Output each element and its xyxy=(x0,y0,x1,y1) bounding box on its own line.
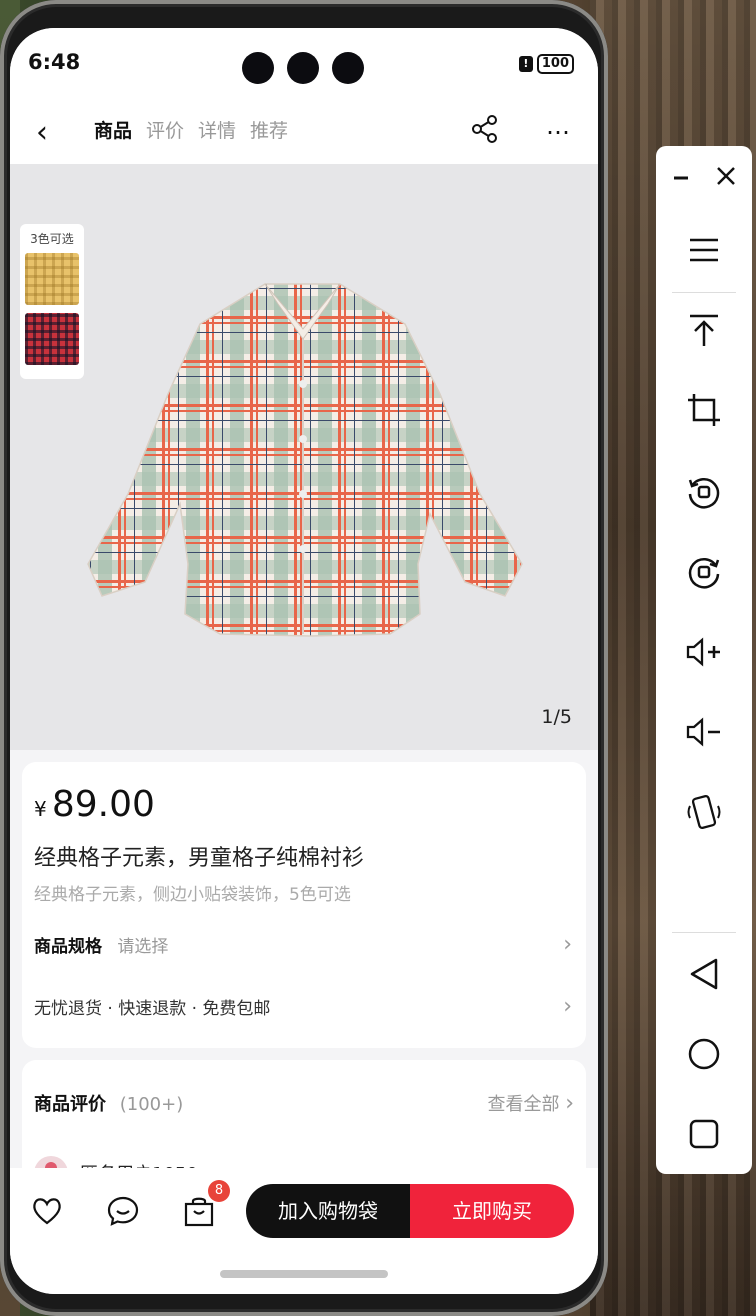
share-icon[interactable] xyxy=(470,114,500,144)
shake-icon[interactable] xyxy=(684,792,724,832)
upload-icon[interactable] xyxy=(684,310,724,350)
services-text: 无忧退货 · 快速退款 · 免费包邮 xyxy=(34,999,271,1019)
chevron-right-icon: › xyxy=(565,1091,574,1116)
product-title: 经典格子元素，男童格子纯棉衬衫 xyxy=(34,846,365,871)
battery-level: 100 xyxy=(536,54,574,74)
spec-value: 请选择 xyxy=(117,937,169,957)
tab-details[interactable]: 详情 xyxy=(198,116,236,143)
product-info-card: ¥ 89.00 经典格子元素，男童格子纯棉衬衫 经典格子元素，侧边小贴袋装饰，5… xyxy=(22,762,586,1048)
camera-dot xyxy=(287,52,319,84)
spec-label: 商品规格 xyxy=(34,937,102,957)
phone-screen: 6:48 ! 100 ‹ 商品 评价 详情 推荐 … 3色可选 1/5 ¥ 89… xyxy=(10,28,598,1294)
minimize-icon[interactable] xyxy=(664,156,698,196)
nav-tabs: 商品 评价 详情 推荐 xyxy=(94,116,288,143)
services-row[interactable]: 无忧退货 · 快速退款 · 免费包邮 › xyxy=(34,994,574,1024)
add-to-bag-button[interactable]: 加入购物袋 xyxy=(246,1184,410,1238)
recents-nav-icon[interactable] xyxy=(684,1114,724,1154)
colors-label: 3色可选 xyxy=(30,232,74,246)
tab-reviews[interactable]: 评价 xyxy=(146,116,184,143)
status-bar: 6:48 ! 100 xyxy=(10,28,598,100)
crop-icon[interactable] xyxy=(684,390,724,430)
toolbar-divider xyxy=(672,292,736,293)
battery-indicator: ! 100 xyxy=(518,54,574,74)
image-counter: 1/5 xyxy=(541,706,572,728)
see-all-reviews[interactable]: 查看全部 › xyxy=(487,1090,574,1116)
swatch-red[interactable] xyxy=(25,313,79,365)
chevron-right-icon: › xyxy=(563,932,572,957)
status-time: 6:48 xyxy=(28,50,81,74)
product-subtitle: 经典格子元素，侧边小贴袋装饰，5色可选 xyxy=(34,885,351,905)
volume-up-icon[interactable] xyxy=(684,632,724,672)
alert-icon: ! xyxy=(518,56,533,72)
menu-icon[interactable] xyxy=(684,230,724,270)
swatch-yellow[interactable] xyxy=(25,253,79,305)
home-indicator[interactable] xyxy=(220,1270,388,1278)
close-icon[interactable] xyxy=(708,156,742,196)
top-nav: ‹ 商品 评价 详情 推荐 … xyxy=(10,100,598,164)
back-nav-icon[interactable] xyxy=(684,954,724,994)
reviews-title: 商品评价 xyxy=(34,1094,106,1115)
back-icon[interactable]: ‹ xyxy=(36,118,48,148)
spec-row[interactable]: 商品规格 请选择 › xyxy=(34,932,574,962)
chat-icon[interactable] xyxy=(106,1194,140,1228)
volume-down-icon[interactable] xyxy=(684,712,724,752)
tab-recommend[interactable]: 推荐 xyxy=(250,116,288,143)
price-amount: 89.00 xyxy=(51,784,155,825)
product-image[interactable]: 3色可选 1/5 xyxy=(10,164,598,750)
price: ¥ 89.00 xyxy=(34,784,155,825)
chevron-right-icon: › xyxy=(563,994,572,1019)
tab-goods[interactable]: 商品 xyxy=(94,116,132,143)
rotate-left-icon[interactable] xyxy=(684,472,724,512)
bottom-action-bar: 8 加入购物袋 立即购买 xyxy=(10,1168,598,1294)
rotate-right-icon[interactable] xyxy=(684,552,724,592)
currency-symbol: ¥ xyxy=(34,797,47,821)
cart-badge: 8 xyxy=(208,1180,230,1202)
phone-frame: 6:48 ! 100 ‹ 商品 评价 详情 推荐 … 3色可选 1/5 ¥ 89… xyxy=(0,0,608,1316)
more-icon[interactable]: … xyxy=(546,112,571,140)
buy-now-button[interactable]: 立即购买 xyxy=(410,1184,574,1238)
camera-dot xyxy=(242,52,274,84)
reviews-header: 商品评价 (100+) xyxy=(34,1090,183,1116)
heart-icon[interactable] xyxy=(30,1194,64,1228)
camera-dot xyxy=(332,52,364,84)
emulator-toolbar xyxy=(656,146,752,1174)
home-nav-icon[interactable] xyxy=(684,1034,724,1074)
reviews-count: (100+) xyxy=(119,1094,184,1115)
color-swatches: 3色可选 xyxy=(20,224,84,379)
toolbar-divider xyxy=(672,932,736,933)
see-all-label: 查看全部 xyxy=(487,1094,560,1115)
shirt-image xyxy=(87,283,523,637)
